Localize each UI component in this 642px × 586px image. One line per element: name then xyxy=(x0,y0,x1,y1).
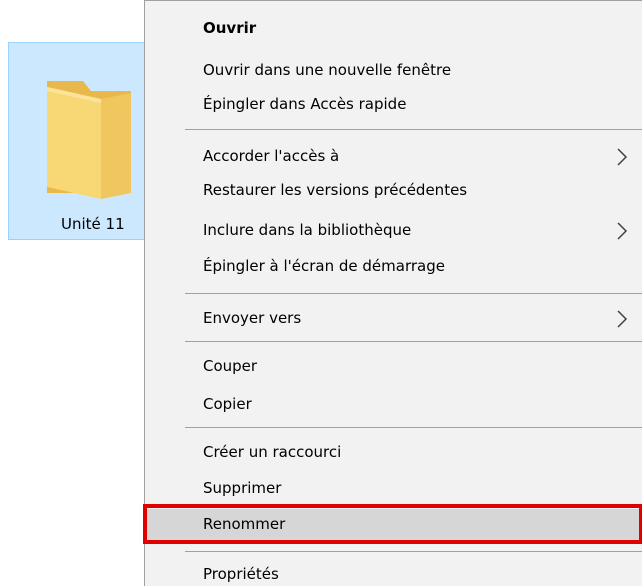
menu-separator xyxy=(185,293,642,294)
menu-item-label: Accorder l'accès à xyxy=(203,147,340,165)
menu-item-label: Créer un raccourci xyxy=(203,443,342,461)
menu-item-label: Épingler à l'écran de démarrage xyxy=(203,257,445,275)
menu-item-create-shortcut[interactable]: Créer un raccourci xyxy=(145,437,642,469)
menu-item-label: Copier xyxy=(203,395,252,413)
chevron-right-icon xyxy=(617,148,628,166)
menu-item-label: Supprimer xyxy=(203,479,282,497)
menu-item-open[interactable]: Ouvrir xyxy=(145,13,642,45)
menu-item-cut[interactable]: Couper xyxy=(145,351,642,383)
highlight-box xyxy=(143,504,642,544)
explorer-view: Unité 11 Ouvrir Ouvrir dans une nouvelle… xyxy=(0,0,642,586)
menu-separator xyxy=(185,129,642,130)
menu-separator xyxy=(185,427,642,428)
folder-name-label: Unité 11 xyxy=(61,215,125,233)
menu-item-open-new-window[interactable]: Ouvrir dans une nouvelle fenêtre xyxy=(145,55,642,87)
menu-item-give-access[interactable]: Accorder l'accès à xyxy=(145,141,642,173)
menu-item-send-to[interactable]: Envoyer vers xyxy=(145,303,642,335)
chevron-right-icon xyxy=(617,310,628,328)
chevron-right-icon xyxy=(617,222,628,240)
menu-item-label: Propriétés xyxy=(203,565,279,583)
menu-item-label: Envoyer vers xyxy=(203,309,302,327)
menu-item-include-library[interactable]: Inclure dans la bibliothèque xyxy=(145,215,642,247)
menu-item-delete[interactable]: Supprimer xyxy=(145,473,642,505)
menu-item-label: Épingler dans Accès rapide xyxy=(203,95,407,113)
menu-item-restore-versions[interactable]: Restaurer les versions précédentes xyxy=(145,175,642,207)
menu-item-pin-start[interactable]: Épingler à l'écran de démarrage xyxy=(145,251,642,283)
menu-item-label: Ouvrir dans une nouvelle fenêtre xyxy=(203,61,452,79)
menu-separator xyxy=(185,551,642,552)
folder-icon xyxy=(47,81,131,199)
menu-item-properties[interactable]: Propriétés xyxy=(145,559,642,586)
menu-item-copy[interactable]: Copier xyxy=(145,389,642,421)
menu-separator xyxy=(185,341,642,342)
context-menu: Ouvrir Ouvrir dans une nouvelle fenêtre … xyxy=(144,0,642,586)
menu-item-label: Ouvrir xyxy=(203,19,257,37)
menu-item-label: Restaurer les versions précédentes xyxy=(203,181,468,199)
menu-item-label: Couper xyxy=(203,357,258,375)
folder-item[interactable]: Unité 11 xyxy=(8,42,146,240)
menu-item-pin-quick-access[interactable]: Épingler dans Accès rapide xyxy=(145,89,642,121)
menu-item-label: Inclure dans la bibliothèque xyxy=(203,221,412,239)
